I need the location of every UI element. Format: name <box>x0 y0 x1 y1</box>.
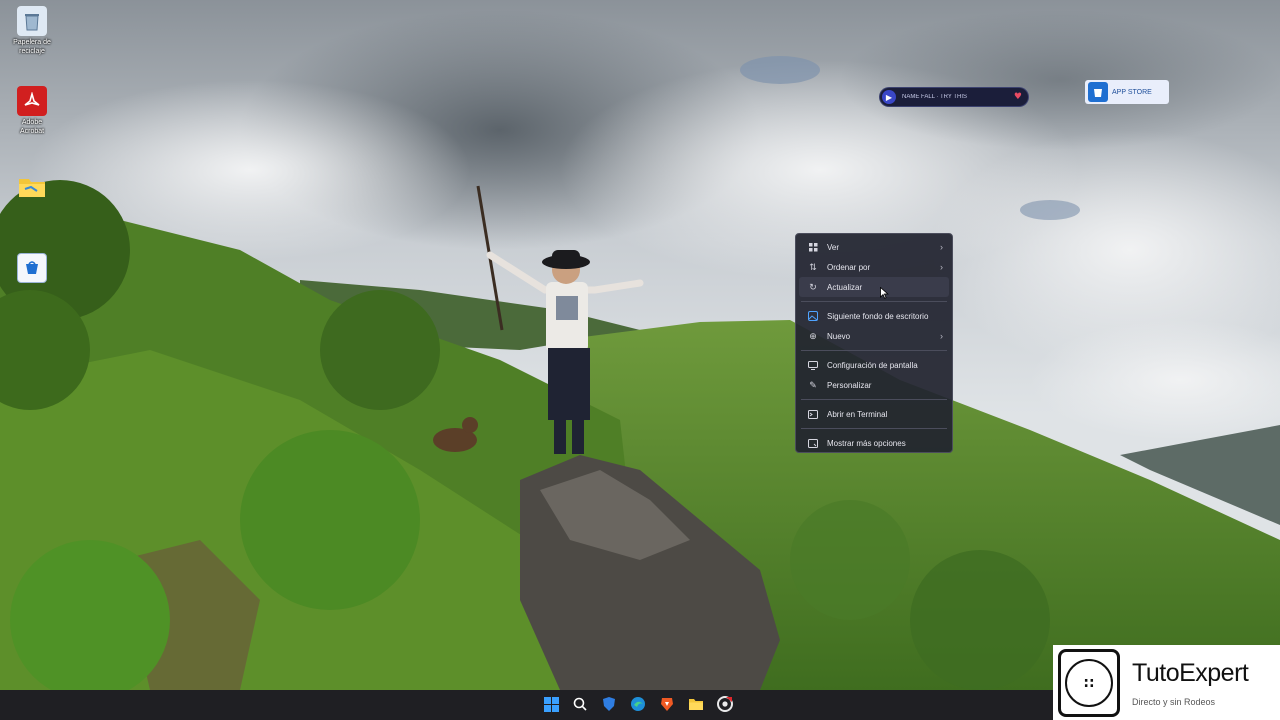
chrome-app-icon[interactable] <box>715 694 735 714</box>
menu-item-abrir-terminal[interactable]: Abrir en Terminal <box>799 404 949 424</box>
chevron-right-icon: › <box>940 331 943 341</box>
store-bag-icon <box>1088 82 1108 102</box>
play-icon[interactable]: ▶ <box>882 90 896 104</box>
edge-icon[interactable] <box>628 694 648 714</box>
desktop-icon-acrobat[interactable]: Adobe Acrobat <box>10 86 54 136</box>
menu-item-configuracion-pantalla[interactable]: Configuración de pantalla <box>799 355 949 375</box>
store-widget-label: APP STORE <box>1112 88 1152 96</box>
menu-item-label: Siguiente fondo de escritorio <box>827 311 929 321</box>
menu-separator <box>801 350 947 351</box>
menu-separator <box>801 301 947 302</box>
music-track-title: NAME FALL · TRY THIS <box>902 94 968 100</box>
acrobat-icon <box>17 86 47 116</box>
tutoexpert-logo: :: <box>1058 648 1120 717</box>
menu-item-mostrar-mas-opciones[interactable]: Mostrar más opciones <box>799 433 949 453</box>
sort-icon: ⇅ <box>809 261 817 272</box>
terminal-icon <box>807 408 819 420</box>
desktop-icon-folder[interactable] <box>10 172 54 204</box>
search-icon[interactable] <box>570 694 590 714</box>
start-icon[interactable] <box>541 694 561 714</box>
desktop-icon-store-app[interactable] <box>10 253 54 285</box>
acrobat-label: Adobe Acrobat <box>19 119 45 135</box>
file-explorer-icon[interactable] <box>686 694 706 714</box>
menu-item-personalizar[interactable]: ✎ Personalizar <box>799 375 949 395</box>
menu-item-ver[interactable]: Ver › <box>799 237 949 257</box>
logo-glyph: :: <box>1065 658 1113 707</box>
pen-icon: ✎ <box>809 379 817 390</box>
chevron-right-icon: › <box>940 242 943 252</box>
grid-icon <box>807 241 819 253</box>
desktop-icon-recycle-bin[interactable]: Papelera de reciclaje <box>10 6 54 56</box>
menu-item-label: Personalizar <box>827 380 872 390</box>
store-widget[interactable]: APP STORE <box>1085 80 1169 104</box>
wallpaper-icon <box>807 310 819 322</box>
menu-separator <box>801 399 947 400</box>
menu-item-label: Configuración de pantalla <box>827 360 918 370</box>
menu-item-actualizar[interactable]: ↻ Actualizar <box>799 277 949 297</box>
desktop-context-menu: Ver › ⇅ Ordenar por › ↻ Actualizar Sigui… <box>795 233 953 453</box>
menu-item-label: Ver <box>827 242 840 252</box>
menu-item-ordenar-por[interactable]: ⇅ Ordenar por › <box>799 257 949 277</box>
recycle-bin-label: Papelera de reciclaje <box>13 39 51 55</box>
store-app-icon <box>17 253 47 283</box>
plus-circle-icon: ⊕ <box>809 330 817 341</box>
brave-icon[interactable] <box>657 694 677 714</box>
menu-item-siguiente-fondo[interactable]: Siguiente fondo de escritorio <box>799 306 949 326</box>
menu-item-label: Nuevo <box>827 331 851 341</box>
heart-icon[interactable]: ♥ <box>1014 92 1022 102</box>
more-icon <box>807 437 819 449</box>
menu-item-label: Abrir en Terminal <box>827 409 888 419</box>
chevron-right-icon: › <box>940 262 943 272</box>
recycle-bin-icon <box>17 6 47 36</box>
display-icon <box>807 359 819 371</box>
brand-name: TutoExpert <box>1132 658 1249 687</box>
brand-tagline: Directo y sin Rodeos <box>1132 696 1216 707</box>
menu-item-label: Mostrar más opciones <box>827 438 906 448</box>
refresh-icon: ↻ <box>809 281 817 292</box>
taskbar <box>0 690 1053 720</box>
menu-separator <box>801 428 947 429</box>
tutoexpert-watermark: :: TutoExpert Directo y sin Rodeos <box>1053 645 1280 720</box>
shield-app-icon[interactable] <box>599 694 619 714</box>
menu-item-label: Ordenar por <box>827 262 871 272</box>
music-player-widget[interactable]: ▶ NAME FALL · TRY THIS ♥ <box>880 88 1028 106</box>
folder-icon <box>17 172 47 202</box>
mouse-cursor-icon <box>880 287 889 299</box>
menu-item-nuevo[interactable]: ⊕ Nuevo › <box>799 326 949 346</box>
